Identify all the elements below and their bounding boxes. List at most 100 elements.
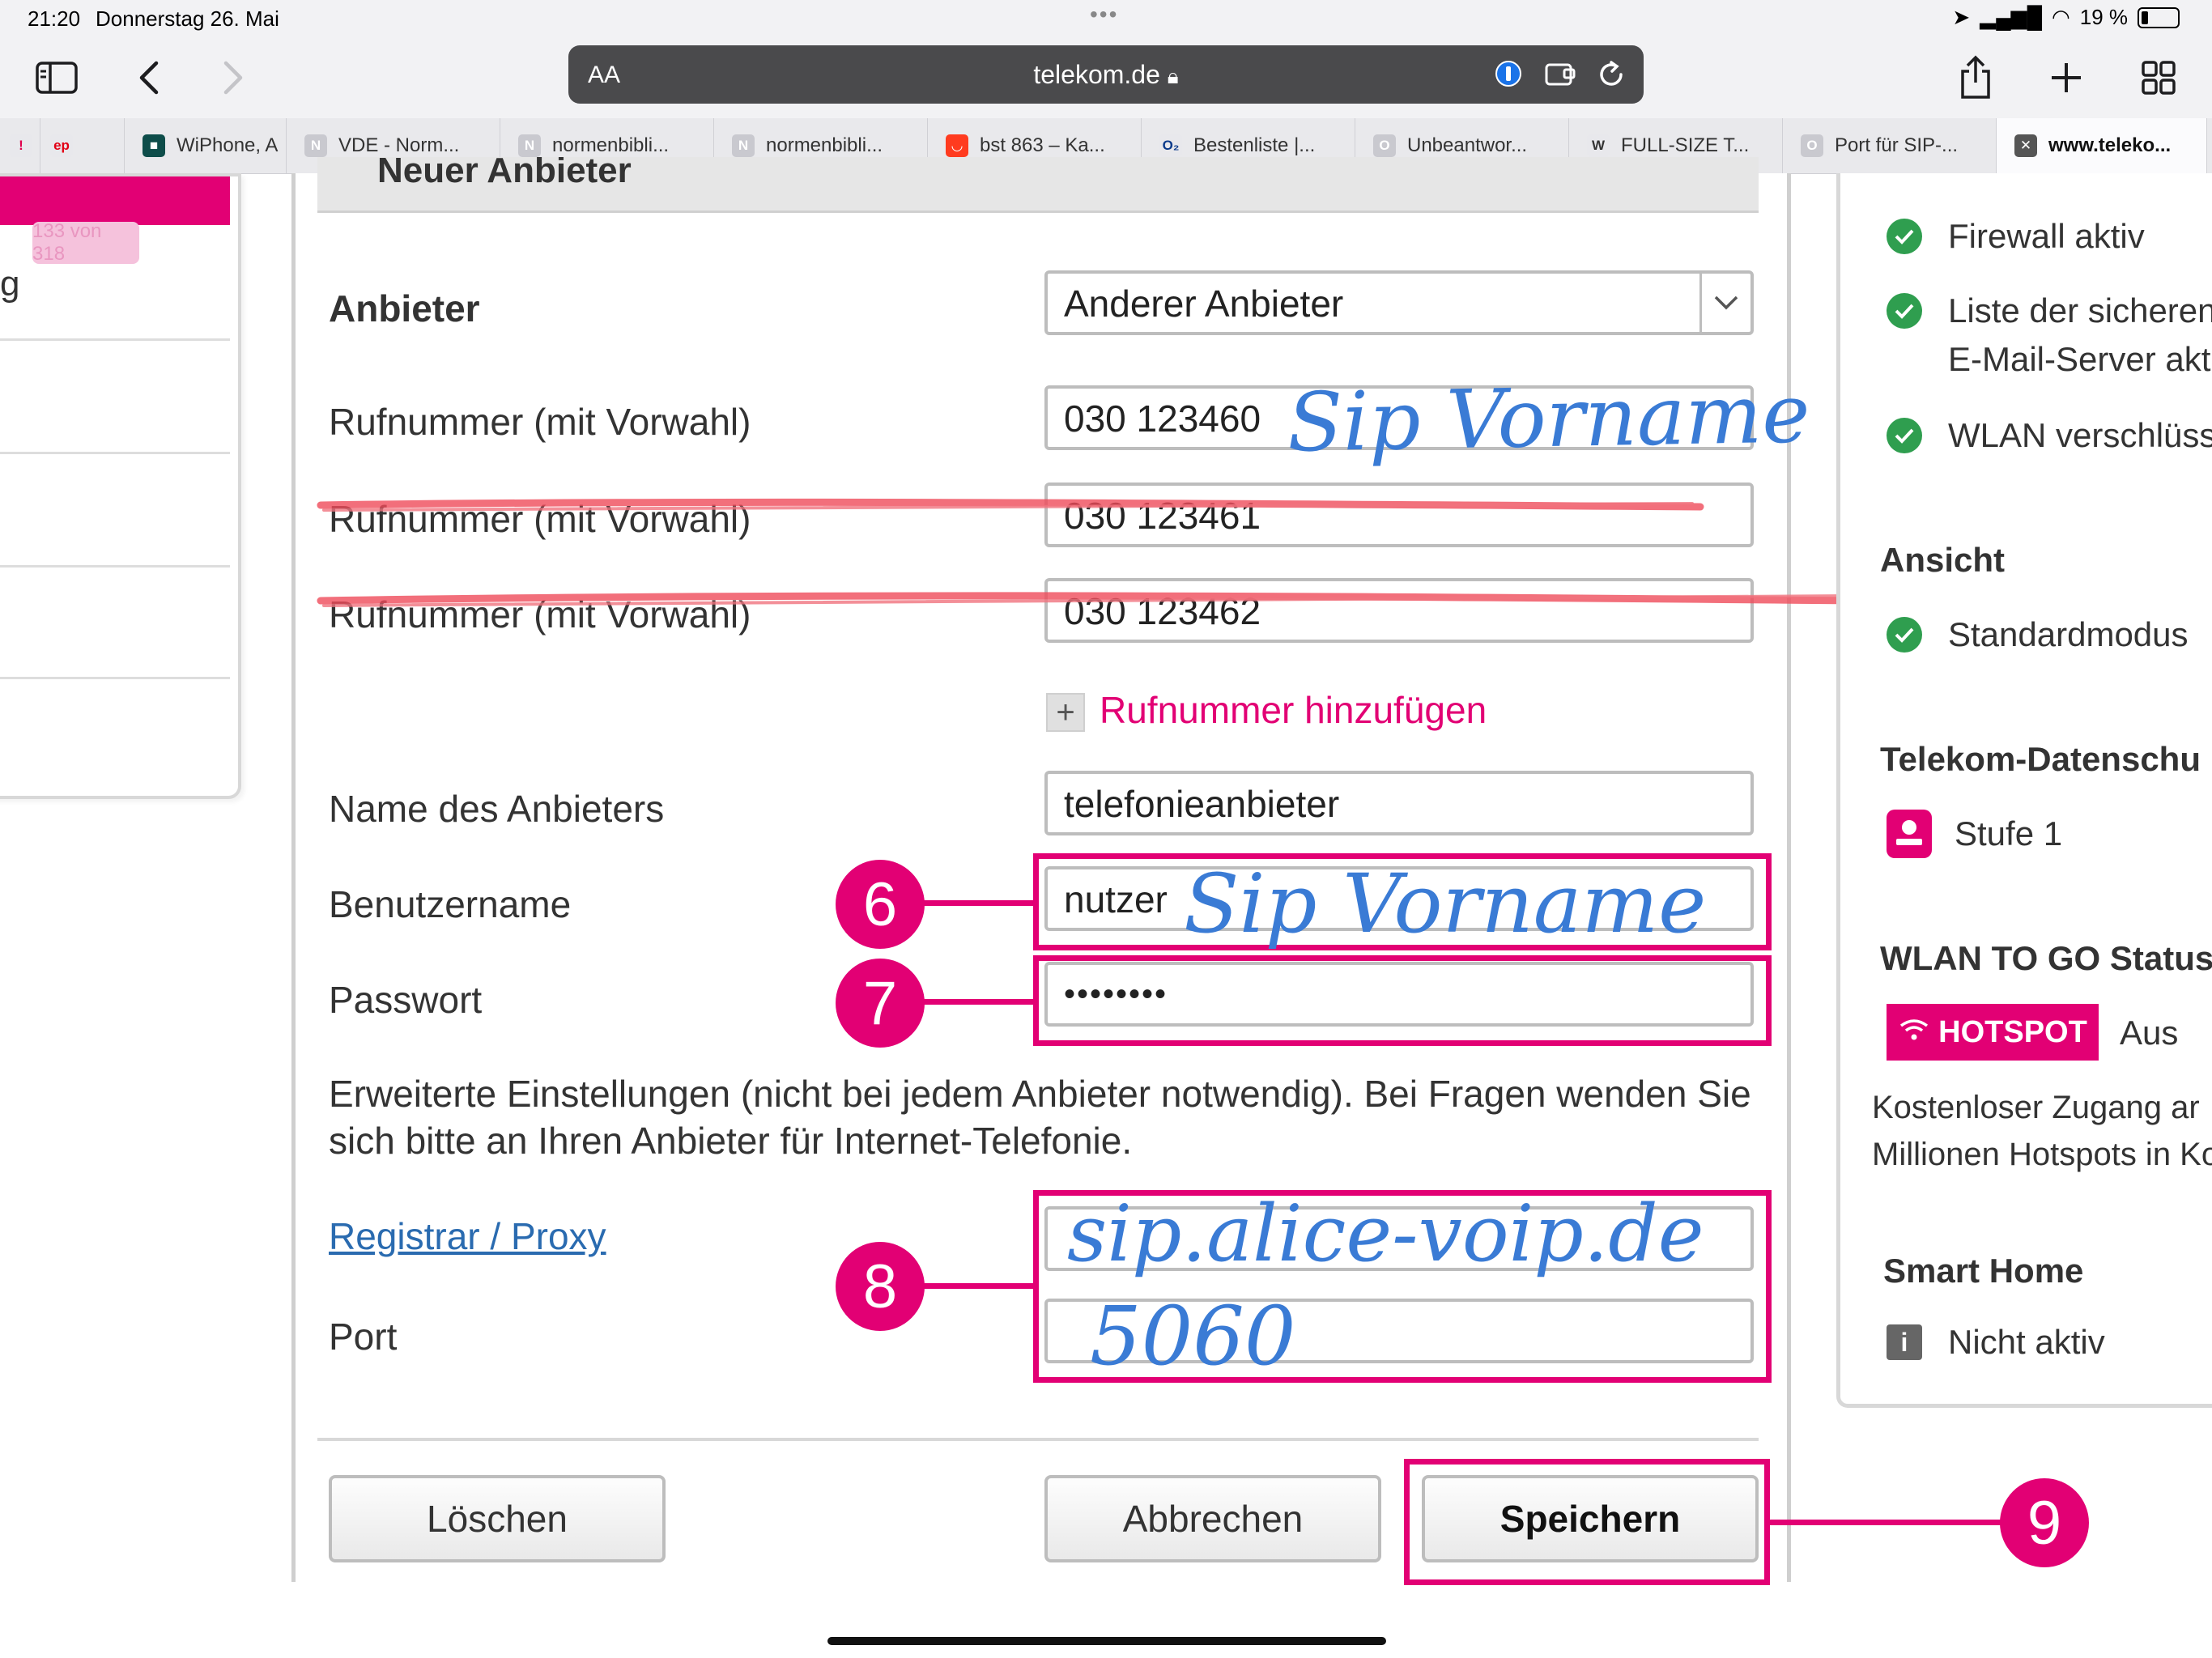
status-bar: 21:20 Donnerstag 26. Mai ••• ➤ ▂▄▆█ ◠ 19… — [0, 0, 2212, 39]
forward-icon[interactable] — [209, 53, 257, 102]
step-badge-9: 9 — [2000, 1478, 2089, 1567]
phone-label-1: Rufnummer (mit Vorwahl) — [329, 401, 751, 443]
callout-box-8 — [1033, 1190, 1772, 1383]
location-icon: ➤ — [1952, 5, 1971, 29]
mail-server-status: E-Mail-Server akti — [1948, 340, 2212, 378]
check-icon — [1887, 293, 1922, 329]
wlan-encryption-status: WLAN verschlüss — [1948, 416, 2212, 454]
wifi-icon: ◠ — [2052, 5, 2070, 29]
tab-overview-icon[interactable] — [2134, 53, 2183, 102]
multitasking-dots-icon[interactable]: ••• — [1090, 2, 1118, 28]
view-mode-link[interactable]: Standardmodus — [1948, 615, 2189, 654]
add-number-link[interactable]: Rufnummer hinzufügen — [1100, 688, 1487, 732]
advanced-settings-info: Erweiterte Einstellungen (nicht bei jede… — [329, 1073, 1751, 1162]
view-heading: Ansicht — [1880, 541, 2006, 579]
left-panel-header — [0, 176, 230, 225]
browser-tab[interactable]: O Port für SIP-... — [1783, 118, 1997, 173]
check-icon — [1887, 418, 1922, 453]
battery-icon — [2138, 6, 2180, 28]
phone-value-3: 030 123462 — [1064, 590, 1261, 632]
cellular-signal-icon: ▂▄▆█ — [1980, 5, 2043, 29]
reload-icon[interactable] — [1597, 60, 1626, 96]
phone-input-1[interactable]: 030 123460 — [1044, 385, 1754, 450]
phone-input-3[interactable]: 030 123462 — [1044, 578, 1754, 643]
tab-label: Unbeantwor... — [1407, 134, 1528, 156]
hotspot-info-2: Millionen Hotspots in Ko — [1872, 1137, 2212, 1172]
provider-name-label: Name des Anbieters — [329, 788, 665, 830]
registrar-proxy-link[interactable]: Registrar / Proxy — [329, 1214, 606, 1258]
tab-favicon-icon: O — [1801, 134, 1823, 157]
check-icon — [1887, 617, 1922, 653]
phone-input-2[interactable]: 030 123461 — [1044, 483, 1754, 547]
hotspot-label: HOTSPOT — [1938, 1014, 2087, 1049]
step-badge-8: 8 — [836, 1242, 925, 1331]
browser-tab[interactable]: ep — [40, 118, 125, 173]
phone-value-2: 030 123461 — [1064, 495, 1261, 537]
delete-button[interactable]: Löschen — [329, 1475, 666, 1562]
tab-label: Port für SIP-... — [1835, 134, 1959, 156]
share-icon[interactable] — [1951, 53, 2000, 102]
tab-favicon-icon: W — [1587, 134, 1610, 157]
callout-line-6 — [923, 900, 1036, 906]
new-tab-icon[interactable] — [2042, 53, 2091, 102]
privacy-level-icon — [1887, 810, 1932, 858]
provider-select[interactable]: Anderer Anbieter — [1044, 270, 1754, 335]
tab-label: www.teleko... — [2048, 134, 2172, 156]
phone-label-2: Rufnummer (mit Vorwahl) — [329, 498, 751, 540]
port-label: Port — [329, 1316, 398, 1358]
safe-list-status: Liste der sicheren — [1948, 291, 2212, 329]
phone-label-3: Rufnummer (mit Vorwahl) — [329, 593, 751, 636]
battery-percent: 19 % — [2079, 5, 2128, 29]
form-divider — [317, 1438, 1759, 1441]
section-header: Neuer Anbieter — [317, 157, 1759, 213]
password-manager-icon[interactable] — [1495, 60, 1522, 94]
tab-label: FULL-SIZE T... — [1621, 134, 1750, 156]
info-icon: i — [1887, 1324, 1922, 1360]
status-time: 21:20 — [28, 6, 81, 31]
provider-label: Anbieter — [329, 287, 480, 329]
tab-favicon-icon: N — [518, 134, 541, 157]
tab-label: Bestenliste |... — [1193, 134, 1316, 156]
section-title: Neuer Anbieter — [377, 157, 632, 190]
extension-icon[interactable] — [1545, 60, 1577, 94]
callout-line-9 — [1770, 1520, 2005, 1525]
chevron-down-icon[interactable] — [1699, 274, 1750, 332]
tab-favicon-icon: O — [1373, 134, 1396, 157]
add-number-icon[interactable]: + — [1046, 693, 1085, 732]
privacy-heading: Telekom-Datenschu — [1880, 740, 2201, 778]
home-indicator[interactable] — [827, 1637, 1386, 1645]
status-right: ➤ ▂▄▆█ ◠ 19 % — [1952, 5, 2180, 30]
browser-tab[interactable]: ! — [0, 118, 40, 173]
callout-box-9 — [1404, 1459, 1770, 1585]
tab-favicon-icon: N — [732, 134, 755, 157]
privacy-level[interactable]: Stufe 1 — [1955, 814, 2062, 853]
wlan-to-go-heading: WLAN TO GO Status — [1880, 939, 2212, 977]
address-bar[interactable]: AA telekom.de 🔒︎ — [568, 45, 1644, 104]
page-counter: 133 von 318 — [32, 220, 139, 265]
back-icon[interactable] — [125, 53, 173, 102]
tab-label: WiPhone, A — [177, 134, 279, 156]
tab-label: VDE - Norm... — [338, 134, 460, 156]
status-date: Donnerstag 26. Mai — [96, 6, 279, 31]
sidebar-toggle-icon[interactable] — [32, 53, 81, 102]
provider-name-value: telefonieanbieter — [1064, 783, 1340, 825]
tab-label: normenbibli... — [766, 134, 883, 156]
provider-name-input[interactable]: telefonieanbieter — [1044, 771, 1754, 835]
hotspot-badge[interactable]: HOTSPOT — [1887, 1004, 2099, 1061]
username-label: Benutzername — [329, 883, 572, 925]
password-label: Passwort — [329, 979, 483, 1021]
divider — [0, 452, 230, 454]
browser-tab[interactable]: ✕ www.teleko... — [1997, 118, 2207, 173]
cancel-button[interactable]: Abbrechen — [1044, 1475, 1381, 1562]
tab-favicon-icon: ! — [10, 134, 32, 157]
lock-icon: 🔒︎ — [1167, 64, 1179, 88]
tab-label: normenbibli... — [552, 134, 670, 156]
divider — [0, 565, 230, 568]
tab-favicon-icon: N — [304, 134, 327, 157]
phone-value-1: 030 123460 — [1064, 397, 1261, 440]
left-panel: 133 von 318 g — [0, 173, 241, 799]
hotspot-state: Aus — [2120, 1014, 2179, 1052]
browser-tab[interactable]: ■ WiPhone, A — [125, 118, 287, 173]
left-panel-text: g — [0, 264, 20, 304]
tab-favicon-icon: ◡ — [946, 134, 968, 157]
